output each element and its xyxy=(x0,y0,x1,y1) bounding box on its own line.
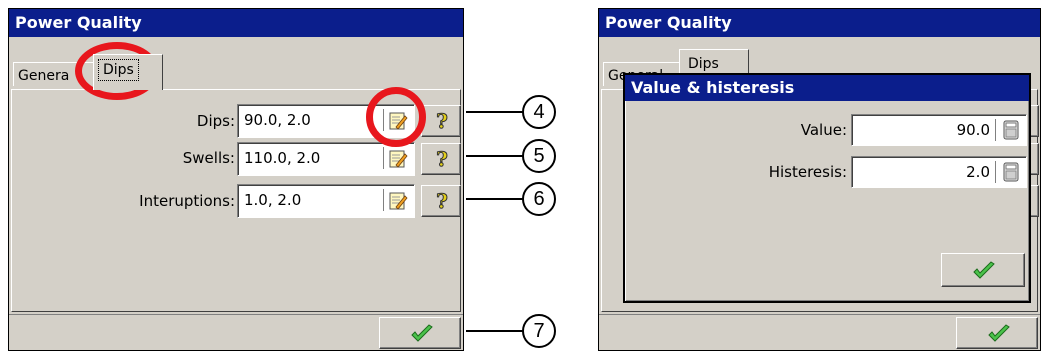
swells-field[interactable]: 110.0, 2.0 xyxy=(237,142,415,176)
checkmark-icon xyxy=(972,261,996,285)
swells-help-button[interactable]: ? xyxy=(421,143,461,175)
interuptions-value: 1.0, 2.0 xyxy=(244,191,302,209)
field-separator xyxy=(995,119,996,141)
callout-6: 6 xyxy=(522,182,556,216)
callout-line-7 xyxy=(466,330,524,332)
right-window: Power Quality General Dips Value & histe… xyxy=(598,8,1041,351)
ok-button[interactable] xyxy=(379,317,461,349)
interuptions-label: Interuptions: xyxy=(139,192,235,210)
checkmark-icon xyxy=(987,324,1011,348)
interuptions-field[interactable]: 1.0, 2.0 xyxy=(237,184,415,218)
window-title: Power Quality xyxy=(599,9,1040,37)
question-mark-icon: ? xyxy=(432,109,452,136)
window-title: Power Quality xyxy=(9,9,463,37)
value-label: Value: xyxy=(800,121,847,139)
svg-text:?: ? xyxy=(436,148,448,170)
svg-text:?: ? xyxy=(436,190,448,212)
callout-5: 5 xyxy=(522,139,556,173)
dips-value: 90.0, 2.0 xyxy=(244,111,311,129)
ok-button[interactable] xyxy=(956,317,1038,349)
field-separator xyxy=(383,147,384,169)
dips-help-button[interactable]: ? xyxy=(421,105,461,137)
dips-label: Dips: xyxy=(196,112,235,130)
dialog-ok-button[interactable] xyxy=(941,253,1025,287)
callout-line-5 xyxy=(466,155,524,157)
interuptions-help-button[interactable]: ? xyxy=(421,185,461,217)
svg-text:?: ? xyxy=(436,110,448,132)
notepad-icon[interactable] xyxy=(388,149,408,179)
highlight-ring-edit xyxy=(366,87,426,147)
callout-line-6 xyxy=(466,198,524,200)
dialog-title: Value & histeresis xyxy=(625,75,1029,101)
tab-general-label: Genera xyxy=(18,68,70,84)
value-field[interactable]: 90.0 xyxy=(851,114,1027,146)
left-window: Power Quality Genera Dips Dips: 90.0, 2.… xyxy=(8,8,464,351)
value-histeresis-dialog: Value & histeresis Value: 90.0 Histeresi… xyxy=(623,73,1031,303)
question-mark-icon: ? xyxy=(432,189,452,216)
callout-7: 7 xyxy=(522,314,556,348)
field-separator xyxy=(995,161,996,183)
calculator-icon[interactable] xyxy=(1002,162,1020,192)
histeresis-field[interactable]: 2.0 xyxy=(851,156,1027,188)
swells-value: 110.0, 2.0 xyxy=(244,149,321,167)
checkmark-icon xyxy=(410,324,434,348)
callout-4: 4 xyxy=(522,95,556,129)
tab-dips-label: Dips xyxy=(98,59,139,81)
calculator-icon[interactable] xyxy=(1002,120,1020,150)
histeresis-label: Histeresis: xyxy=(768,163,847,181)
value-value: 90.0 xyxy=(956,121,990,139)
swells-label: Swells: xyxy=(182,149,235,167)
question-mark-icon: ? xyxy=(432,147,452,174)
tab-dips-label: Dips xyxy=(688,56,719,72)
notepad-icon[interactable] xyxy=(388,191,408,221)
field-separator xyxy=(383,189,384,211)
callout-line-4 xyxy=(466,111,524,113)
tab-dips[interactable]: Dips xyxy=(93,54,163,90)
histeresis-value: 2.0 xyxy=(966,163,990,181)
